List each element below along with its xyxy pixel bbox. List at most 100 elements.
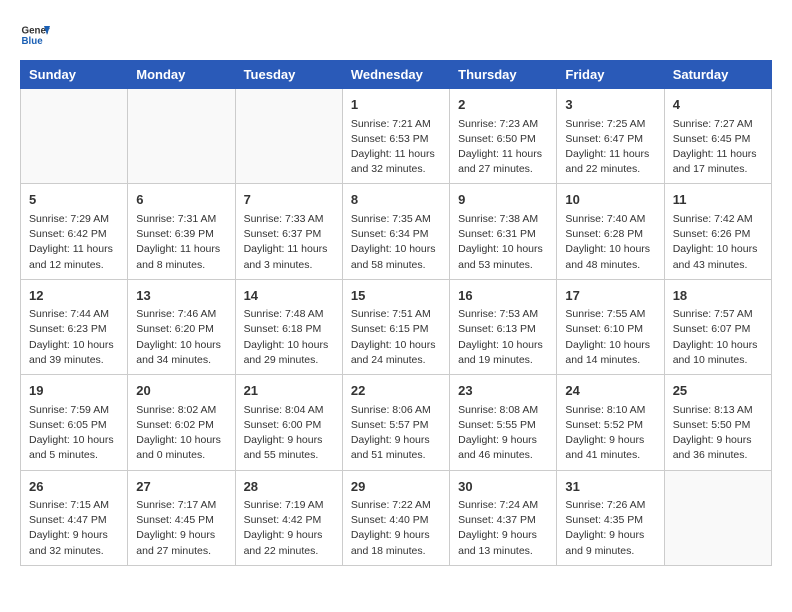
calendar-day-cell: 23Sunrise: 8:08 AMSunset: 5:55 PMDayligh… [450,375,557,470]
day-info: Sunrise: 7:35 AMSunset: 6:34 PMDaylight:… [351,212,441,273]
day-info: Sunrise: 7:53 AMSunset: 6:13 PMDaylight:… [458,307,548,368]
day-info: Sunrise: 7:25 AMSunset: 6:47 PMDaylight:… [565,117,655,178]
day-number: 12 [29,286,119,306]
day-number: 26 [29,477,119,497]
calendar-day-cell: 17Sunrise: 7:55 AMSunset: 6:10 PMDayligh… [557,279,664,374]
day-info: Sunrise: 7:23 AMSunset: 6:50 PMDaylight:… [458,117,548,178]
calendar-day-cell: 1Sunrise: 7:21 AMSunset: 6:53 PMDaylight… [342,89,449,184]
day-info: Sunrise: 7:51 AMSunset: 6:15 PMDaylight:… [351,307,441,368]
calendar-day-cell: 7Sunrise: 7:33 AMSunset: 6:37 PMDaylight… [235,184,342,279]
day-info: Sunrise: 7:22 AMSunset: 4:40 PMDaylight:… [351,498,441,559]
day-number: 13 [136,286,226,306]
calendar-day-cell: 25Sunrise: 8:13 AMSunset: 5:50 PMDayligh… [664,375,771,470]
day-info: Sunrise: 7:15 AMSunset: 4:47 PMDaylight:… [29,498,119,559]
day-number: 23 [458,381,548,401]
day-number: 16 [458,286,548,306]
day-number: 22 [351,381,441,401]
calendar-day-cell: 31Sunrise: 7:26 AMSunset: 4:35 PMDayligh… [557,470,664,565]
day-info: Sunrise: 8:02 AMSunset: 6:02 PMDaylight:… [136,403,226,464]
day-info: Sunrise: 7:21 AMSunset: 6:53 PMDaylight:… [351,117,441,178]
logo: General Blue [20,20,50,50]
calendar-day-cell: 5Sunrise: 7:29 AMSunset: 6:42 PMDaylight… [21,184,128,279]
day-number: 17 [565,286,655,306]
header: General Blue [20,20,772,50]
day-number: 11 [673,190,763,210]
day-info: Sunrise: 7:33 AMSunset: 6:37 PMDaylight:… [244,212,334,273]
calendar-day-cell: 30Sunrise: 7:24 AMSunset: 4:37 PMDayligh… [450,470,557,565]
calendar-day-cell [235,89,342,184]
day-number: 5 [29,190,119,210]
day-info: Sunrise: 7:26 AMSunset: 4:35 PMDaylight:… [565,498,655,559]
day-info: Sunrise: 7:44 AMSunset: 6:23 PMDaylight:… [29,307,119,368]
day-info: Sunrise: 8:13 AMSunset: 5:50 PMDaylight:… [673,403,763,464]
day-number: 24 [565,381,655,401]
day-info: Sunrise: 8:08 AMSunset: 5:55 PMDaylight:… [458,403,548,464]
calendar-day-cell: 27Sunrise: 7:17 AMSunset: 4:45 PMDayligh… [128,470,235,565]
calendar-week-row: 5Sunrise: 7:29 AMSunset: 6:42 PMDaylight… [21,184,772,279]
day-info: Sunrise: 7:24 AMSunset: 4:37 PMDaylight:… [458,498,548,559]
day-number: 29 [351,477,441,497]
calendar-day-cell: 15Sunrise: 7:51 AMSunset: 6:15 PMDayligh… [342,279,449,374]
calendar-week-row: 12Sunrise: 7:44 AMSunset: 6:23 PMDayligh… [21,279,772,374]
day-number: 6 [136,190,226,210]
calendar-day-cell: 24Sunrise: 8:10 AMSunset: 5:52 PMDayligh… [557,375,664,470]
calendar-day-cell [128,89,235,184]
day-number: 28 [244,477,334,497]
day-number: 15 [351,286,441,306]
weekday-header: Wednesday [342,61,449,89]
calendar-day-cell: 22Sunrise: 8:06 AMSunset: 5:57 PMDayligh… [342,375,449,470]
day-number: 3 [565,95,655,115]
weekday-header: Tuesday [235,61,342,89]
day-number: 31 [565,477,655,497]
day-number: 9 [458,190,548,210]
calendar-day-cell: 13Sunrise: 7:46 AMSunset: 6:20 PMDayligh… [128,279,235,374]
day-number: 27 [136,477,226,497]
day-info: Sunrise: 7:42 AMSunset: 6:26 PMDaylight:… [673,212,763,273]
weekday-header: Monday [128,61,235,89]
day-number: 7 [244,190,334,210]
day-info: Sunrise: 7:40 AMSunset: 6:28 PMDaylight:… [565,212,655,273]
day-number: 4 [673,95,763,115]
day-number: 30 [458,477,548,497]
weekday-header: Sunday [21,61,128,89]
calendar-day-cell: 3Sunrise: 7:25 AMSunset: 6:47 PMDaylight… [557,89,664,184]
calendar-day-cell: 14Sunrise: 7:48 AMSunset: 6:18 PMDayligh… [235,279,342,374]
calendar-day-cell: 29Sunrise: 7:22 AMSunset: 4:40 PMDayligh… [342,470,449,565]
day-number: 2 [458,95,548,115]
weekday-header: Thursday [450,61,557,89]
calendar-day-cell: 2Sunrise: 7:23 AMSunset: 6:50 PMDaylight… [450,89,557,184]
day-number: 8 [351,190,441,210]
day-info: Sunrise: 7:57 AMSunset: 6:07 PMDaylight:… [673,307,763,368]
day-info: Sunrise: 7:48 AMSunset: 6:18 PMDaylight:… [244,307,334,368]
calendar-day-cell: 9Sunrise: 7:38 AMSunset: 6:31 PMDaylight… [450,184,557,279]
calendar-day-cell: 16Sunrise: 7:53 AMSunset: 6:13 PMDayligh… [450,279,557,374]
day-number: 10 [565,190,655,210]
day-info: Sunrise: 7:17 AMSunset: 4:45 PMDaylight:… [136,498,226,559]
calendar-day-cell: 20Sunrise: 8:02 AMSunset: 6:02 PMDayligh… [128,375,235,470]
weekday-header: Friday [557,61,664,89]
svg-text:Blue: Blue [22,36,44,47]
calendar-day-cell [21,89,128,184]
calendar-table: SundayMondayTuesdayWednesdayThursdayFrid… [20,60,772,566]
day-info: Sunrise: 7:59 AMSunset: 6:05 PMDaylight:… [29,403,119,464]
day-number: 1 [351,95,441,115]
day-number: 20 [136,381,226,401]
day-info: Sunrise: 8:10 AMSunset: 5:52 PMDaylight:… [565,403,655,464]
day-info: Sunrise: 7:38 AMSunset: 6:31 PMDaylight:… [458,212,548,273]
weekday-header-row: SundayMondayTuesdayWednesdayThursdayFrid… [21,61,772,89]
day-number: 19 [29,381,119,401]
calendar-day-cell [664,470,771,565]
weekday-header: Saturday [664,61,771,89]
calendar-day-cell: 12Sunrise: 7:44 AMSunset: 6:23 PMDayligh… [21,279,128,374]
logo-icon: General Blue [20,20,50,50]
day-info: Sunrise: 7:55 AMSunset: 6:10 PMDaylight:… [565,307,655,368]
calendar-day-cell: 11Sunrise: 7:42 AMSunset: 6:26 PMDayligh… [664,184,771,279]
day-info: Sunrise: 7:29 AMSunset: 6:42 PMDaylight:… [29,212,119,273]
day-info: Sunrise: 7:19 AMSunset: 4:42 PMDaylight:… [244,498,334,559]
day-number: 18 [673,286,763,306]
day-info: Sunrise: 7:46 AMSunset: 6:20 PMDaylight:… [136,307,226,368]
calendar-day-cell: 4Sunrise: 7:27 AMSunset: 6:45 PMDaylight… [664,89,771,184]
calendar-day-cell: 8Sunrise: 7:35 AMSunset: 6:34 PMDaylight… [342,184,449,279]
calendar-day-cell: 21Sunrise: 8:04 AMSunset: 6:00 PMDayligh… [235,375,342,470]
calendar-container: General Blue SundayMondayTuesdayWednesda… [0,0,792,612]
